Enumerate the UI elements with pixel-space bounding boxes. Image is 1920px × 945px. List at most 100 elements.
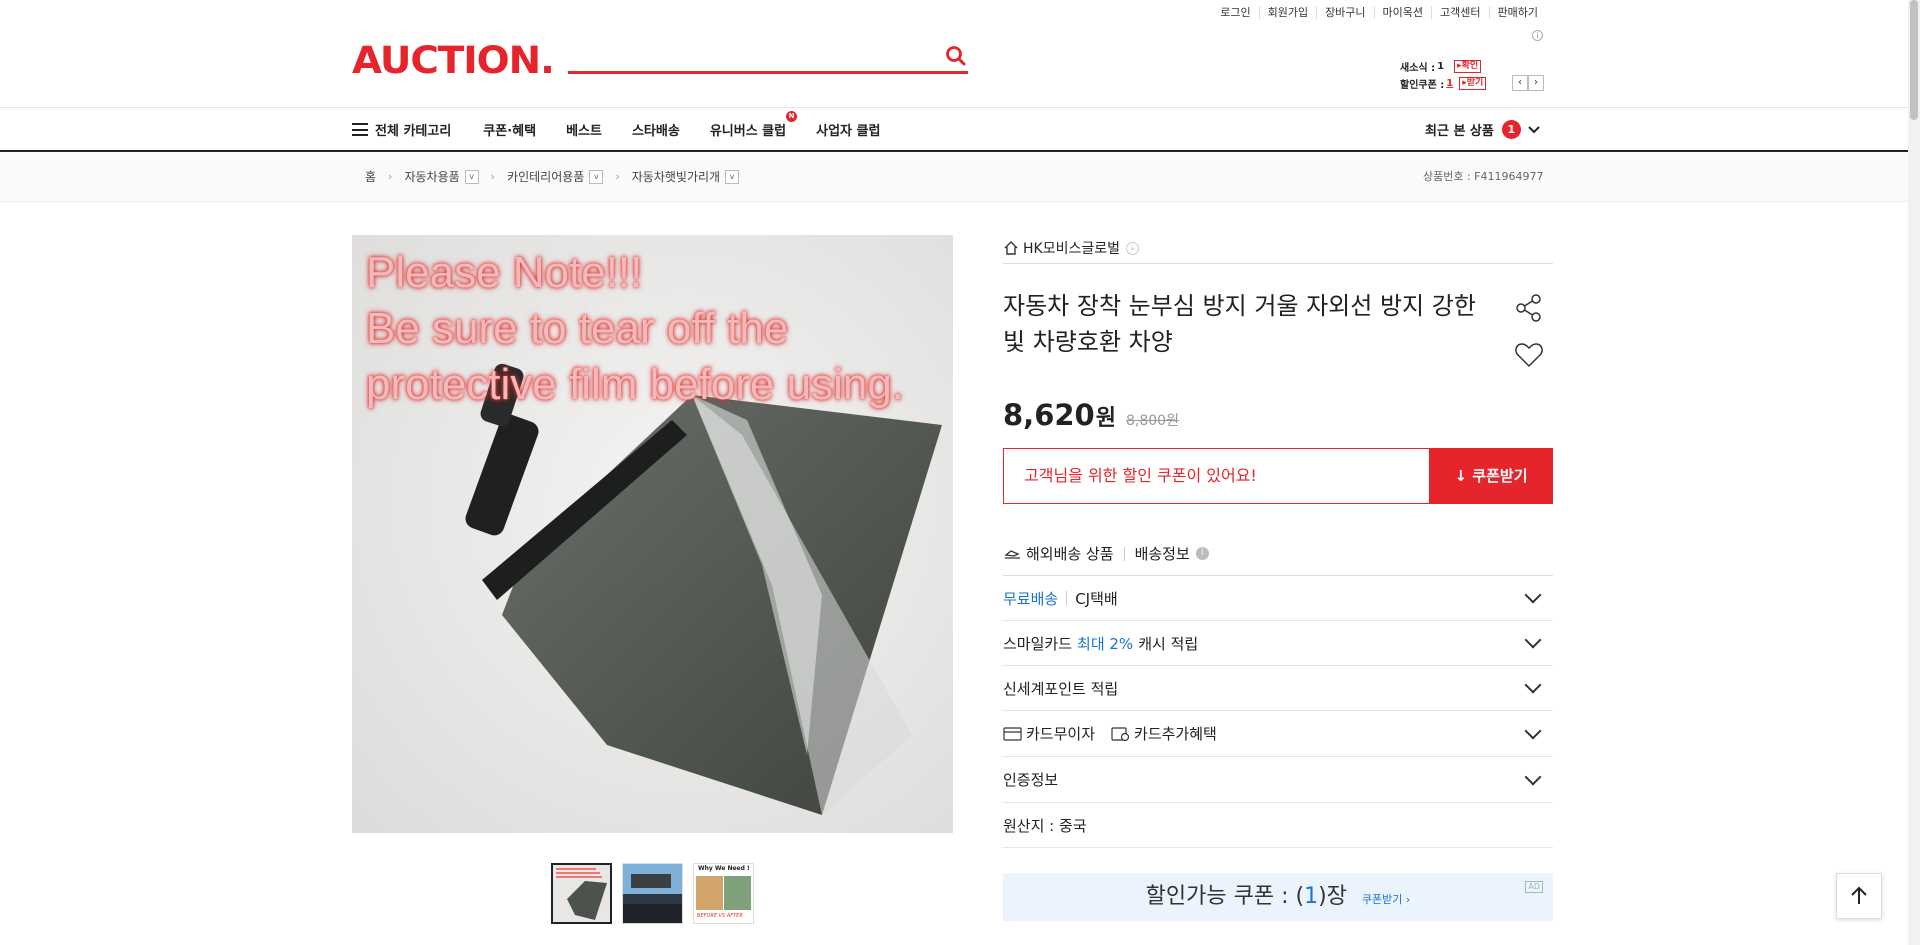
recent-label: 최근 본 상품 [1425, 124, 1494, 139]
original-price: 8,800원 [1125, 413, 1179, 429]
card-gift-icon [1111, 726, 1130, 741]
card-interest-label: 카드무이자 [1026, 725, 1096, 743]
thumbnail-list: Why We Need ! BEFORE VS AFTER [551, 863, 764, 924]
shinsegae-row[interactable]: 신세계포인트 적립 [1003, 666, 1553, 711]
crumb-sep-icon: › [388, 170, 393, 183]
sell-link[interactable]: 판매하기 [1488, 6, 1546, 19]
thumbnail-sub: BEFORE VS AFTER [697, 913, 743, 919]
origin-row: 원산지 : 중국 [1003, 803, 1553, 848]
shinsegae-label: 신세계포인트 적립 [1003, 679, 1119, 698]
download-icon: ↓ [1454, 467, 1468, 485]
share-icon[interactable] [1514, 292, 1544, 324]
heart-icon[interactable] [1514, 340, 1544, 370]
thumbnail-3[interactable]: Why We Need ! BEFORE VS AFTER [693, 863, 754, 924]
shipping-info-link[interactable]: 배송정보 [1135, 543, 1190, 564]
store-home-icon [1004, 241, 1018, 255]
chevron-down-icon [1524, 631, 1542, 649]
news-check-button[interactable]: ▸확인 [1454, 60, 1482, 73]
smilecard-rate: 최대 2% [1077, 634, 1134, 653]
crumb-sep-icon: › [615, 170, 620, 183]
thumbnail-1[interactable] [551, 863, 612, 924]
delivery-row[interactable]: 무료배송 CJ택배 [1003, 576, 1553, 621]
myauction-link[interactable]: 마이옥션 [1373, 6, 1431, 19]
chevron-right-icon: › [1126, 241, 1139, 255]
scroll-top-button[interactable] [1836, 873, 1882, 919]
nav-business-club[interactable]: 사업자 클럽 [816, 120, 880, 139]
utility-links: 로그인 회원가입 장바구니 마이옥션 고객센터 판매하기 [1212, 6, 1546, 19]
cart-link[interactable]: 장바구니 [1316, 6, 1373, 19]
coupon-message: 고객님을 위한 할인 쿠폰이 있어요! [1003, 448, 1430, 504]
nav-best[interactable]: 베스트 [566, 120, 602, 139]
cert-row[interactable]: 인증정보 [1003, 757, 1553, 803]
arrow-up-icon [1851, 886, 1867, 904]
chevron-down-icon[interactable]: v [725, 169, 740, 184]
search-bar [568, 40, 968, 74]
available-coupon-banner[interactable]: 할인가능 쿠폰 : (1)장 쿠폰받기 › AD [1003, 873, 1553, 921]
smilecard-label: 스마일카드 [1003, 634, 1073, 653]
recent-count: 1 [1501, 120, 1521, 139]
crumb-home[interactable]: 홈 [365, 168, 376, 185]
info-icon[interactable]: i [1532, 30, 1543, 41]
chevron-down-icon [1524, 676, 1542, 694]
breadcrumb: 홈 › 자동차용품 v › 카인테리어용품 v › 자동차햇빛가리개 v [365, 168, 740, 185]
free-shipping-label: 무료배송 [1003, 589, 1059, 608]
crumb-cat1[interactable]: 자동차용품 [404, 168, 459, 185]
thumbnail-2[interactable] [622, 863, 683, 924]
auction-logo[interactable]: AUCTION. [352, 38, 555, 84]
search-icon[interactable] [944, 44, 968, 68]
price: 8,620 원 8,800원 [1003, 398, 1179, 432]
nav-star-delivery[interactable]: 스타배송 [632, 120, 680, 139]
search-input[interactable] [568, 40, 928, 70]
news-box: 새소식 : 1 ▸확인 할인쿠폰 : 1 ▸받기 [1400, 58, 1487, 92]
available-count: 1 [1304, 884, 1319, 909]
prev-arrow-icon[interactable]: ‹ [1512, 75, 1528, 91]
crumb-sep-icon: › [490, 170, 496, 183]
crumb-cat3[interactable]: 자동차햇빛가리개 [632, 168, 720, 185]
seller-name[interactable]: HK모비스글로벌 [1023, 238, 1120, 258]
news-count: 1 [1437, 61, 1445, 72]
hamburger-icon[interactable] [352, 123, 368, 136]
crumb-cat2[interactable]: 카인테리어용품 [507, 168, 584, 185]
courier-label: CJ택배 [1075, 589, 1118, 608]
price-unit: 원 [1095, 406, 1116, 431]
product-title: 자동차 장착 눈부심 방지 거울 자외선 방지 강한 빛 차량호환 차양 [1003, 292, 1476, 356]
all-categories[interactable]: 전체 카테고리 [375, 120, 451, 139]
chevron-down-icon [1524, 768, 1542, 785]
smilecard-cash: 캐시 적립 [1138, 634, 1199, 653]
new-badge: N [786, 111, 798, 122]
recent-viewed[interactable]: 최근 본 상품 1 [1425, 120, 1541, 139]
coupon-label: 할인쿠폰 : [1400, 80, 1445, 91]
signup-link[interactable]: 회원가입 [1258, 6, 1316, 19]
nav-universe-club[interactable]: 유니버스 클럽 N [710, 111, 798, 139]
card-benefit-row[interactable]: 카드무이자 카드추가혜택 [1003, 711, 1553, 757]
info-icon[interactable]: i [1195, 547, 1209, 560]
card-icon [1003, 726, 1022, 741]
get-coupon-button[interactable]: ↓ 쿠폰받기 [1429, 448, 1553, 504]
customer-center-link[interactable]: 고객센터 [1431, 6, 1488, 19]
breadcrumb-bar: 홈 › 자동차용품 v › 카인테리어용품 v › 자동차햇빛가리개 v [0, 152, 1908, 202]
card-extra-label: 카드추가혜택 [1134, 725, 1217, 743]
smilecard-row[interactable]: 스마일카드 최대 2% 캐시 적립 [1003, 621, 1553, 666]
shipping-row: 해외배송 상품 배송정보 i [1003, 532, 1553, 576]
chevron-down-icon [1524, 586, 1542, 604]
ad-badge: AD [1525, 881, 1543, 893]
scrollbar[interactable] [1908, 0, 1920, 945]
seller-row[interactable]: HK모비스글로벌 › [1003, 233, 1553, 264]
nav-coupon[interactable]: 쿠폰·혜택 [483, 120, 536, 139]
origin-label: 원산지 : 중국 [1003, 816, 1087, 835]
get-coupon-link[interactable]: 쿠폰받기 › [1362, 893, 1410, 906]
available-text: 할인가능 쿠폰 : ( [1145, 884, 1305, 909]
thumbnail-caption: Why We Need ! [698, 865, 750, 872]
product-main-image[interactable]: Please Note!!! Be sure to tear off the p… [352, 235, 953, 833]
next-arrow-icon[interactable]: › [1528, 75, 1544, 91]
image-notice: Please Note!!! Be sure to tear off the p… [366, 248, 905, 409]
sale-price: 8,620 [1003, 398, 1095, 432]
cert-label: 인증정보 [1003, 771, 1059, 789]
news-arrows: ‹ › [1512, 75, 1544, 91]
chevron-down-icon[interactable]: v [589, 169, 604, 184]
coupon-get-button[interactable]: ▸받기 [1459, 77, 1487, 90]
login-link[interactable]: 로그인 [1212, 6, 1258, 19]
chevron-down-icon[interactable]: v [464, 169, 479, 184]
chevron-down-icon [1528, 125, 1540, 133]
airplane-icon [1004, 549, 1020, 559]
